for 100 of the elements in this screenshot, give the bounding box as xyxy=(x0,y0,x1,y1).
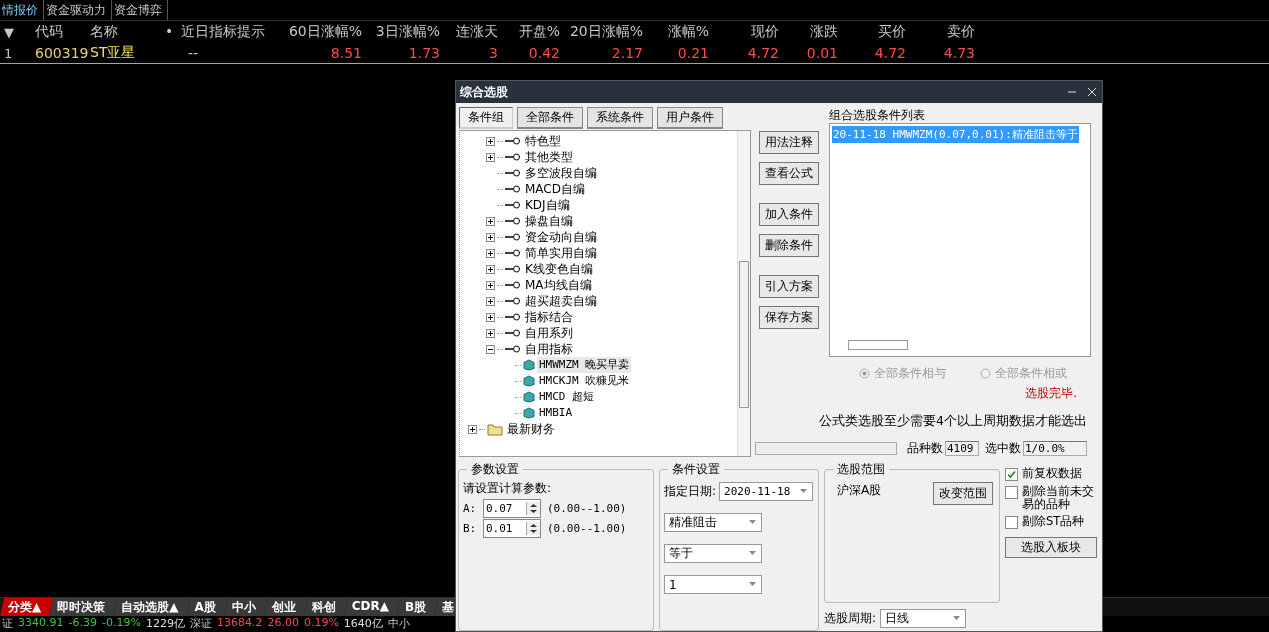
column-header[interactable]: 3日涨幅% xyxy=(375,23,440,39)
action-button[interactable]: 加入条件 xyxy=(759,203,819,226)
column-header[interactable]: 连涨天 xyxy=(456,23,498,39)
expander-icon[interactable] xyxy=(486,248,495,258)
category-tab[interactable]: 分类▲ xyxy=(0,598,54,616)
expander-icon[interactable] xyxy=(486,344,495,354)
condition-tab[interactable]: 系统条件 xyxy=(587,107,653,129)
table-cell: 0.42 xyxy=(528,45,560,61)
checkbox[interactable] xyxy=(1005,516,1018,529)
expander-icon[interactable] xyxy=(486,232,495,242)
condition-tab[interactable]: 条件组 xyxy=(459,107,513,129)
column-header[interactable]: 买价 xyxy=(878,23,906,39)
tree-item[interactable]: 操盘自编 xyxy=(523,213,575,229)
up-arrow-icon[interactable] xyxy=(529,523,538,528)
tree-item[interactable]: 简单实用自编 xyxy=(523,245,599,261)
category-tab[interactable]: 科创 xyxy=(303,598,348,616)
spin-field[interactable]: 0.01 xyxy=(483,519,541,538)
tree-item[interactable]: K线变色自编 xyxy=(523,261,595,277)
column-header[interactable]: 近日指标提示 xyxy=(181,23,266,39)
condition-select[interactable]: 精准阻击 xyxy=(664,513,762,532)
dropdown-arrow-icon[interactable] xyxy=(799,489,809,494)
condition-select[interactable]: 1 xyxy=(664,575,762,594)
down-arrow-icon[interactable] xyxy=(529,509,538,514)
column-header[interactable]: 代码 xyxy=(35,23,63,39)
key-icon xyxy=(505,200,521,210)
category-tab[interactable]: 自动选股▲ xyxy=(113,598,191,616)
tree-item[interactable]: 其他类型 xyxy=(523,149,575,165)
action-button[interactable]: 查看公式 xyxy=(759,162,819,185)
condition-select[interactable]: 等于 xyxy=(664,544,762,563)
tree-item[interactable]: HMCD 超短 xyxy=(537,389,597,405)
tree-item[interactable]: KDJ自编 xyxy=(523,197,572,213)
column-header[interactable]: 涨幅% xyxy=(667,23,709,39)
dropdown-arrow-icon[interactable] xyxy=(748,582,757,587)
column-header[interactable]: 20日涨幅% xyxy=(569,23,643,39)
column-header[interactable]: 现价 xyxy=(751,23,779,39)
tree-item[interactable]: 最新财务 xyxy=(505,421,557,437)
category-tab[interactable]: B股 xyxy=(397,598,439,616)
spin-field[interactable]: 0.07 xyxy=(483,499,541,518)
tree-item[interactable]: 特色型 xyxy=(523,133,563,149)
down-arrow-icon[interactable] xyxy=(529,529,538,534)
up-arrow-icon[interactable] xyxy=(529,503,538,508)
quote-tab[interactable]: 资金博弈 xyxy=(112,0,168,20)
sort-marker[interactable]: ▼ xyxy=(0,24,30,40)
expander-icon[interactable] xyxy=(486,264,495,274)
dropdown-arrow-icon[interactable] xyxy=(748,520,757,525)
column-header[interactable]: 涨跌 xyxy=(810,23,838,39)
expander-icon[interactable] xyxy=(486,328,495,338)
expander-icon[interactable] xyxy=(486,216,495,226)
quote-tab[interactable]: 资金驱动力 xyxy=(44,0,112,20)
expander-icon[interactable] xyxy=(486,136,495,146)
category-tab[interactable]: 中小 xyxy=(223,598,268,616)
tree-item[interactable]: 多空波段自编 xyxy=(523,165,599,181)
param-prompt: 请设置计算参数: xyxy=(463,480,553,497)
action-button[interactable]: 用法注释 xyxy=(759,131,819,154)
radio-icon[interactable] xyxy=(980,368,991,379)
tree-item[interactable]: MA均线自编 xyxy=(523,277,594,293)
action-button[interactable]: 保存方案 xyxy=(759,306,819,329)
tree-item[interactable]: HMWMZM 晚买早卖 xyxy=(537,357,632,373)
category-tab[interactable]: 创业 xyxy=(263,598,308,616)
tree-item[interactable]: 自用指标 xyxy=(523,341,575,357)
key-icon xyxy=(505,184,521,194)
category-tab[interactable]: A股 xyxy=(186,598,228,616)
add-to-block-button[interactable]: 选股入板块 xyxy=(1005,537,1097,558)
expander-icon[interactable] xyxy=(486,152,495,162)
condition-tab[interactable]: 全部条件 xyxy=(517,107,583,129)
tree-item[interactable]: MACD自编 xyxy=(523,181,587,197)
dropdown-arrow-icon[interactable] xyxy=(952,616,962,621)
checkbox[interactable] xyxy=(1005,486,1018,499)
expander-icon[interactable] xyxy=(486,296,495,306)
period-select[interactable]: 日线 xyxy=(880,609,967,628)
date-select[interactable]: 2020-11-18 xyxy=(719,482,814,501)
column-header[interactable]: 开盘% xyxy=(518,23,560,39)
scrollbar[interactable] xyxy=(848,340,908,350)
note-text: 公式类选股至少需要4个以上周期数据才能选出 xyxy=(818,413,1088,430)
tree-item[interactable]: HMBIA xyxy=(537,405,575,421)
tree-item[interactable]: 资金动向自编 xyxy=(523,229,599,245)
action-button[interactable]: 删除条件 xyxy=(759,234,819,257)
condition-tab[interactable]: 用户条件 xyxy=(657,107,723,129)
category-tab[interactable]: CDR▲ xyxy=(343,598,401,616)
folder-icon xyxy=(487,422,503,436)
close-icon[interactable] xyxy=(1086,86,1098,98)
expander-icon[interactable] xyxy=(468,424,477,434)
checkbox[interactable] xyxy=(1005,468,1018,481)
category-tab[interactable]: 即时决策 xyxy=(49,598,118,616)
tree-item[interactable]: 指标结合 xyxy=(523,309,575,325)
change-scope-button[interactable]: 改变范围 xyxy=(933,482,993,505)
param-range: (0.00--1.00) xyxy=(547,502,627,515)
tree-item[interactable]: 超买超卖自编 xyxy=(523,293,599,309)
tree-item[interactable]: HMCKJM 吹糠见米 xyxy=(537,373,632,389)
column-header[interactable]: 卖价 xyxy=(947,23,975,39)
tree-item[interactable]: 自用系列 xyxy=(523,325,575,341)
radio-icon[interactable] xyxy=(859,368,870,379)
dropdown-arrow-icon[interactable] xyxy=(748,551,757,556)
expander-icon[interactable] xyxy=(486,312,495,322)
action-button[interactable]: 引入方案 xyxy=(759,275,819,298)
key-icon xyxy=(505,232,521,242)
column-header[interactable]: 名称 xyxy=(90,23,118,39)
column-header[interactable]: 60日涨幅% xyxy=(288,23,362,39)
quote-tab[interactable]: 情报价 xyxy=(0,0,44,20)
expander-icon[interactable] xyxy=(486,280,495,290)
